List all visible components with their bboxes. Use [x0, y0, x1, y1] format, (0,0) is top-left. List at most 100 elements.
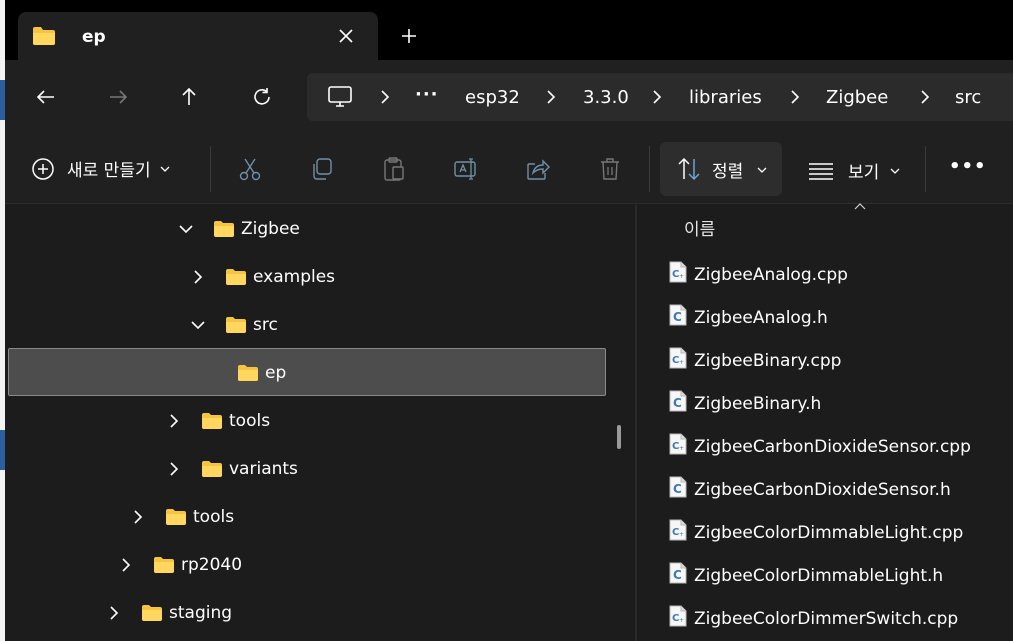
- svg-text:C: C: [673, 310, 682, 324]
- chevron-down-icon: [890, 168, 900, 174]
- folder-icon: [202, 413, 222, 429]
- file-name: ZigbeeCarbonDioxideSensor.h: [694, 480, 951, 500]
- breadcrumb-item-zigbee[interactable]: Zigbee: [826, 87, 888, 108]
- new-tab-icon[interactable]: [397, 24, 421, 48]
- cut-icon[interactable]: [237, 156, 263, 182]
- rename-icon[interactable]: [453, 156, 479, 182]
- tree-item-src[interactable]: src: [5, 302, 605, 348]
- chevron-right-icon[interactable]: [787, 89, 803, 105]
- chevron-right-icon: [377, 89, 393, 105]
- folder-icon: [226, 317, 246, 333]
- command-bar: 새로 만들기 정렬 보기 •••: [5, 134, 1013, 204]
- file-name: ZigbeeColorDimmerSwitch.cpp: [694, 609, 959, 629]
- new-button-label: 새로 만들기: [67, 161, 151, 181]
- file-explorer-window: ep ··· esp32 3.3.0 libraries Zigbee src …: [5, 0, 1013, 641]
- chevron-down-icon[interactable]: [189, 316, 207, 334]
- file-row[interactable]: C ZigbeeCarbonDioxideSensor.h: [637, 472, 1013, 512]
- svg-text:+: +: [679, 273, 684, 280]
- tree-item-staging[interactable]: staging: [5, 590, 605, 636]
- delete-icon[interactable]: [597, 156, 623, 182]
- chevron-right-icon[interactable]: [165, 460, 183, 478]
- cpp-file-icon: C +: [669, 347, 687, 369]
- tree-item-tools[interactable]: tools: [5, 494, 605, 540]
- svg-text:C: C: [673, 482, 682, 496]
- forward-arrow-icon[interactable]: [103, 82, 133, 112]
- chevron-right-icon[interactable]: [543, 89, 559, 105]
- file-name: ZigbeeAnalog.cpp: [694, 265, 848, 285]
- chevron-right-icon[interactable]: [117, 556, 135, 574]
- tree-item-label: examples: [253, 267, 336, 287]
- breadcrumb-item-version[interactable]: 3.3.0: [583, 87, 629, 108]
- back-arrow-icon[interactable]: [31, 82, 61, 112]
- folder-icon: [238, 365, 258, 381]
- header-file-icon: C: [669, 304, 687, 326]
- divider: [649, 146, 650, 192]
- tree-item-label: variants: [229, 459, 298, 479]
- navigation-pane-scrollbar[interactable]: [617, 425, 621, 449]
- chevron-right-icon[interactable]: [649, 89, 665, 105]
- folder-icon: [142, 605, 162, 621]
- share-icon[interactable]: [525, 156, 551, 182]
- chevron-right-icon[interactable]: [189, 268, 207, 286]
- name-column-header[interactable]: 이름: [684, 215, 715, 240]
- tree-item-zigbee[interactable]: Zigbee: [5, 206, 605, 252]
- file-row[interactable]: C + ZigbeeBinary.cpp: [637, 343, 1013, 383]
- tree-item-ep[interactable]: ep: [5, 350, 605, 396]
- title-bar: ep: [5, 0, 1013, 60]
- tab-ep[interactable]: ep: [18, 12, 378, 60]
- tree-item-variants[interactable]: variants: [5, 446, 605, 492]
- chevron-right-icon[interactable]: [129, 508, 147, 526]
- view-button[interactable]: 보기: [808, 158, 901, 183]
- header-file-icon: C: [669, 390, 687, 412]
- chevron-right-icon[interactable]: [917, 89, 933, 105]
- paste-icon[interactable]: [381, 156, 407, 182]
- breadcrumb-more[interactable]: ···: [415, 84, 439, 105]
- file-row[interactable]: C ZigbeeAnalog.h: [637, 300, 1013, 340]
- tree-item-examples[interactable]: examples: [5, 254, 605, 300]
- file-row[interactable]: C + ZigbeeColorDimmableLight.cpp: [637, 515, 1013, 555]
- breadcrumb-item-esp32[interactable]: esp32: [465, 87, 520, 108]
- breadcrumb-item-libraries[interactable]: libraries: [689, 87, 762, 108]
- chevron-down-icon[interactable]: [177, 220, 195, 238]
- file-row[interactable]: C + ZigbeeColorDimmerSwitch.cpp: [637, 601, 1013, 641]
- tree-item-label: tools: [229, 411, 271, 431]
- folder-icon: [202, 461, 222, 477]
- this-pc-icon[interactable]: [327, 85, 353, 113]
- tree-item-rp2040[interactable]: rp2040: [5, 542, 605, 588]
- sort-label: 정렬: [712, 162, 744, 182]
- cpp-file-icon: C +: [669, 433, 687, 455]
- chevron-right-icon[interactable]: [165, 412, 183, 430]
- file-row[interactable]: C + ZigbeeCarbonDioxideSensor.cpp: [637, 429, 1013, 469]
- chevron-down-icon: [160, 166, 170, 172]
- sort-ascending-caret-icon: [854, 203, 866, 210]
- sort-button[interactable]: 정렬: [660, 142, 782, 196]
- tree-item-label: ep: [265, 363, 287, 383]
- svg-text:+: +: [679, 359, 684, 366]
- file-row[interactable]: C ZigbeeColorDimmableLight.h: [637, 558, 1013, 598]
- view-label: 보기: [848, 163, 880, 183]
- up-arrow-icon[interactable]: [174, 82, 204, 112]
- svg-text:C: C: [673, 568, 682, 582]
- svg-text:+: +: [679, 445, 684, 452]
- copy-icon[interactable]: [309, 156, 335, 182]
- cpp-file-icon: C +: [669, 519, 687, 541]
- tree-item-label: rp2040: [181, 555, 243, 575]
- plus-circle-icon: [32, 157, 54, 180]
- breadcrumb-item-src[interactable]: src: [955, 87, 981, 108]
- file-row[interactable]: C + ZigbeeAnalog.cpp: [637, 257, 1013, 297]
- tree-item-label: tools: [193, 507, 235, 527]
- close-tab-icon[interactable]: [334, 24, 358, 48]
- svg-text:C: C: [673, 396, 682, 410]
- chevron-right-icon[interactable]: [105, 604, 123, 622]
- new-button[interactable]: 새로 만들기: [31, 156, 171, 181]
- header-file-icon: C: [669, 562, 687, 584]
- tree-item-label: Zigbee: [241, 219, 300, 239]
- file-row[interactable]: C ZigbeeBinary.h: [637, 386, 1013, 426]
- folder-icon: [32, 26, 56, 50]
- tree-item-tools[interactable]: tools: [5, 398, 605, 444]
- folder-icon: [154, 557, 174, 573]
- address-bar[interactable]: ··· esp32 3.3.0 libraries Zigbee src: [307, 73, 1013, 121]
- refresh-icon[interactable]: [247, 82, 277, 112]
- navigation-bar: ··· esp32 3.3.0 libraries Zigbee src: [5, 60, 1013, 134]
- more-options-button[interactable]: •••: [949, 156, 987, 177]
